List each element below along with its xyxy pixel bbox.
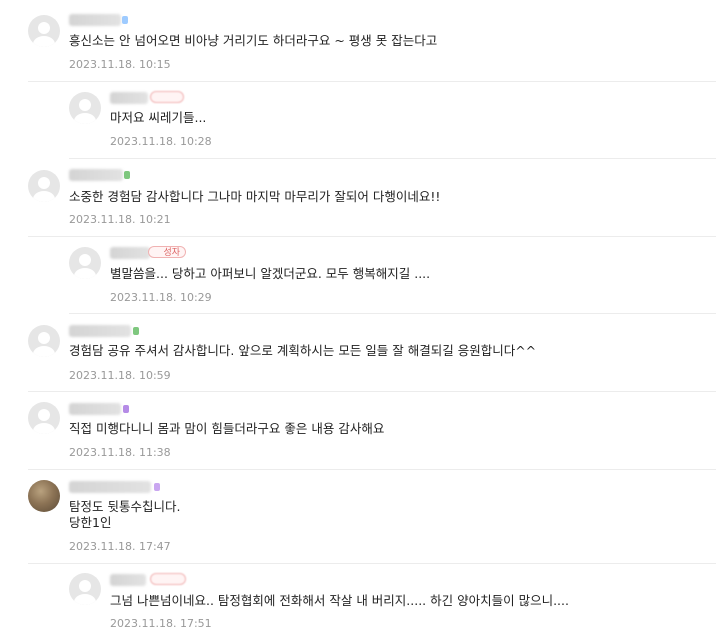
author-name[interactable] <box>110 247 150 259</box>
avatar[interactable] <box>28 325 60 357</box>
author-name[interactable] <box>69 481 151 493</box>
avatar[interactable] <box>69 573 101 605</box>
divider <box>69 313 716 314</box>
comment-text: 소중한 경험담 감사합니다 그나마 마지막 마무리가 잘되어 다행이네요!! <box>69 189 441 204</box>
comment-date: 2023.11.18. 10:28 <box>110 135 212 148</box>
divider <box>28 563 716 564</box>
comment-text-line2: 당한1인 <box>69 515 112 530</box>
avatar[interactable] <box>69 92 101 124</box>
avatar[interactable] <box>28 170 60 202</box>
comment-text: 직접 미행다니니 몸과 맘이 힘들더라구요 좋은 내용 감사해요 <box>69 421 385 436</box>
author-name[interactable] <box>69 169 123 181</box>
author-tag: 성자 <box>148 246 186 258</box>
badge-icon <box>124 171 130 179</box>
comment-text: 경험담 공유 주셔서 감사합니다. 앞으로 계획하시는 모든 일들 잘 해결되길… <box>69 343 537 358</box>
avatar[interactable] <box>28 480 60 512</box>
comment-text: 흥신소는 안 넘어오면 비아냥 거리기도 하더라구요 ~ 평생 못 잡는다고 <box>69 33 438 48</box>
comment-date: 2023.11.18. 17:51 <box>110 617 212 630</box>
badge-icon <box>123 405 129 413</box>
comment-date: 2023.11.18. 10:21 <box>69 213 171 226</box>
author-tag <box>150 91 184 103</box>
comment-text: 마저요 씨레기들... <box>110 110 207 125</box>
avatar[interactable] <box>28 402 60 434</box>
divider <box>28 469 716 470</box>
avatar[interactable] <box>69 247 101 279</box>
divider <box>28 81 716 82</box>
badge-icon <box>122 16 128 24</box>
comment-date: 2023.11.18. 17:47 <box>69 540 171 553</box>
author-name[interactable] <box>110 92 148 104</box>
divider <box>69 158 716 159</box>
comment-date: 2023.11.18. 10:15 <box>69 58 171 71</box>
divider <box>28 391 716 392</box>
author-tag <box>150 573 186 585</box>
badge-icon <box>154 483 160 491</box>
author-name[interactable] <box>69 14 121 26</box>
badge-icon <box>133 327 139 335</box>
comment-text: 별말씀을... 당하고 아퍼보니 알겠더군요. 모두 행복해지길 .... <box>110 266 431 281</box>
avatar[interactable] <box>28 15 60 47</box>
comment-text: 탐정도 뒷통수칩니다. <box>69 499 181 514</box>
author-name[interactable] <box>69 403 121 415</box>
comment-date: 2023.11.18. 10:59 <box>69 369 171 382</box>
divider <box>28 236 716 237</box>
author-name[interactable] <box>110 574 146 586</box>
comment-date: 2023.11.18. 10:29 <box>110 291 212 304</box>
comment-text: 그넘 나쁜넘이네요.. 탐정협회에 전화해서 작살 내 버리지..... 하긴 … <box>110 593 569 608</box>
comment-date: 2023.11.18. 11:38 <box>69 446 171 459</box>
author-name[interactable] <box>69 325 131 337</box>
